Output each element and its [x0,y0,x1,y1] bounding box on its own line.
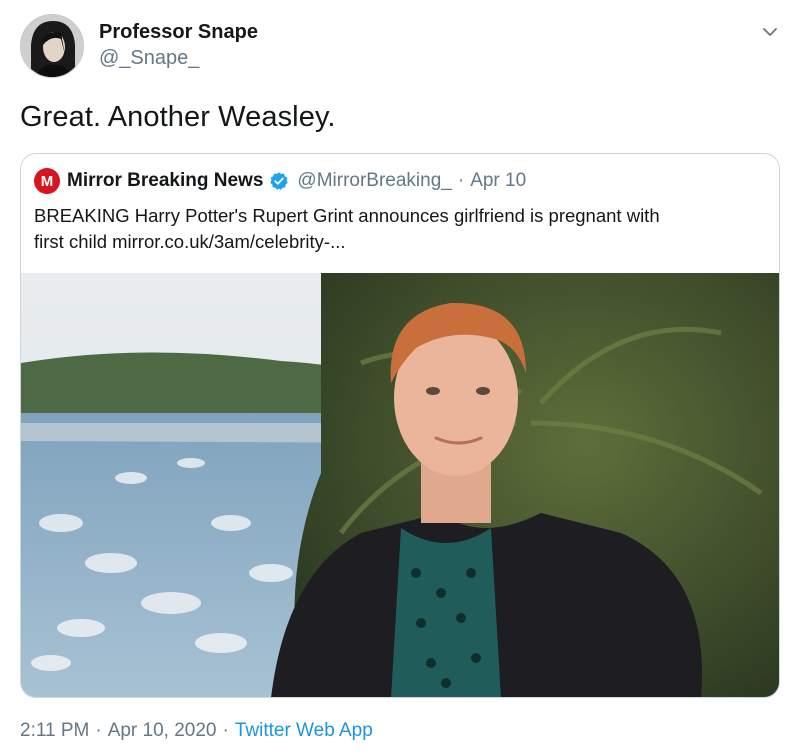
tweet-meta: 2:11 PM · Apr 10, 2020 · Twitter Web App [20,720,373,742]
mirror-logo-icon: M [34,168,60,194]
avatar-image [21,15,83,77]
meta-separator: · [222,720,229,741]
chevron-down-icon[interactable] [758,20,782,44]
quoted-separator: · [457,170,465,191]
quoted-tweet-photo[interactable] [21,273,779,697]
meta-separator: · [95,720,102,741]
quoted-author-handle[interactable]: @MirrorBreaking_ [297,170,451,192]
tweet-text: Great. Another Weasley. [20,101,336,133]
author-handle[interactable]: @_Snape_ [99,47,199,70]
quoted-text-line-2[interactable]: first child mirror.co.uk/3am/celebrity-.… [34,229,754,255]
quoted-author-name[interactable]: Mirror Breaking News [67,170,263,192]
tweet-date[interactable]: Apr 10, 2020 [108,720,217,741]
svg-text:M: M [41,173,54,190]
tweet-source-link[interactable]: Twitter Web App [235,720,373,741]
author-name[interactable]: Professor Snape [99,21,258,44]
photo-image [21,273,779,697]
verified-badge-icon [269,171,289,191]
quoted-text-line-1: BREAKING Harry Potter's Rupert Grint ann… [34,205,660,226]
quoted-tweet-header: M Mirror Breaking News @MirrorBreaking_ … [34,168,526,194]
quoted-date[interactable]: Apr 10 [470,170,526,192]
tweet-card: Professor Snape @_Snape_ Great. Another … [0,0,800,754]
author-avatar[interactable] [20,14,84,78]
tweet-time[interactable]: 2:11 PM [20,720,89,741]
quoted-tweet[interactable]: M Mirror Breaking News @MirrorBreaking_ … [20,153,780,698]
quoted-tweet-text: BREAKING Harry Potter's Rupert Grint ann… [34,203,754,255]
